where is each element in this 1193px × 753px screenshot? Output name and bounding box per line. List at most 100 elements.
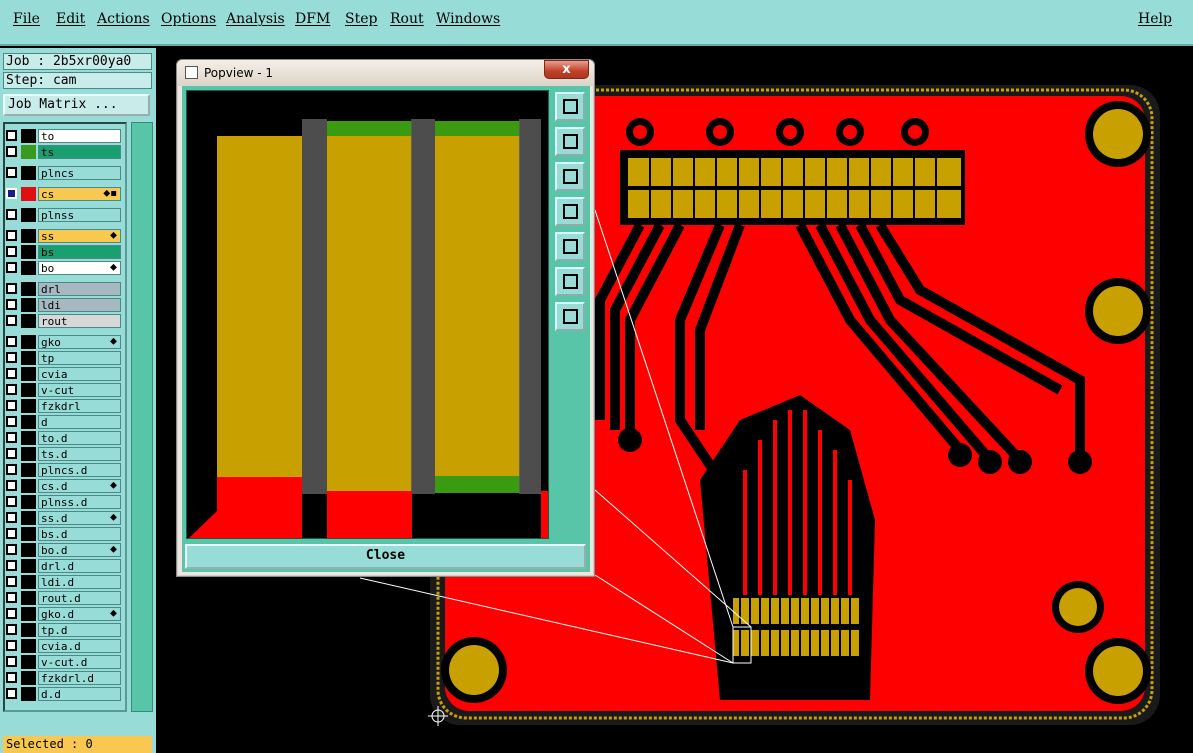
popview-close-button[interactable]: Close <box>185 544 586 569</box>
layer-affected-checkbox[interactable] <box>6 464 17 475</box>
layer-display-swatch[interactable] <box>21 655 36 669</box>
layer-row-gko-d[interactable]: gko.d ⬥ <box>4 607 121 621</box>
layer-display-swatch[interactable] <box>21 511 36 525</box>
layer-display-swatch[interactable] <box>21 623 36 637</box>
layer-row-ss[interactable]: ss ⬥ <box>4 229 121 243</box>
layer-display-swatch[interactable] <box>21 447 36 461</box>
layer-display-swatch[interactable] <box>21 261 36 275</box>
window-close-button[interactable]: x <box>544 60 589 79</box>
layer-name[interactable]: plncs.d <box>38 463 121 477</box>
layer-row-ts-d[interactable]: ts.d <box>4 447 121 461</box>
layer-name[interactable]: ts <box>38 145 121 159</box>
layer-name[interactable]: plncs <box>38 166 121 180</box>
layer-affected-checkbox[interactable] <box>6 656 17 667</box>
pan-left-button[interactable] <box>555 197 585 226</box>
layer-affected-checkbox[interactable] <box>6 560 17 571</box>
layer-name[interactable]: gko <box>38 335 121 349</box>
layer-display-swatch[interactable] <box>21 527 36 541</box>
layer-display-swatch[interactable] <box>21 314 36 328</box>
layer-name[interactable]: cvia <box>38 367 121 381</box>
layer-row-bo[interactable]: bo ⬥ <box>4 261 121 275</box>
layer-row-tp[interactable]: tp <box>4 351 121 365</box>
layer-display-swatch[interactable] <box>21 463 36 477</box>
layer-display-swatch[interactable] <box>21 591 36 605</box>
layer-name[interactable]: ldi.d <box>38 575 121 589</box>
layer-name[interactable]: plnss <box>38 208 121 222</box>
layer-name[interactable]: gko.d <box>38 607 121 621</box>
layer-display-swatch[interactable] <box>21 415 36 429</box>
layer-row-gko[interactable]: gko ⬥ <box>4 335 121 349</box>
layer-row-d[interactable]: d <box>4 415 121 429</box>
layer-display-swatch[interactable] <box>21 129 36 143</box>
zoom-in-button[interactable] <box>555 267 585 296</box>
layer-name[interactable]: d.d <box>38 687 121 701</box>
layer-name[interactable]: fzkdrl <box>38 399 121 413</box>
layer-display-swatch[interactable] <box>21 282 36 296</box>
menu-step[interactable]: Step <box>345 11 377 27</box>
layer-row-cvia[interactable]: cvia <box>4 367 121 381</box>
menu-edit[interactable]: Edit <box>56 11 85 27</box>
zoom-fit-button[interactable] <box>555 92 585 121</box>
layer-row-plnss-d[interactable]: plnss.d <box>4 495 121 509</box>
layer-display-swatch[interactable] <box>21 495 36 509</box>
layer-row-v-cut-d[interactable]: v-cut.d <box>4 655 121 669</box>
layer-display-swatch[interactable] <box>21 351 36 365</box>
layer-display-swatch[interactable] <box>21 383 36 397</box>
layer-display-swatch[interactable] <box>21 399 36 413</box>
layer-name[interactable]: cs.d <box>38 479 121 493</box>
layer-affected-checkbox[interactable] <box>6 640 17 651</box>
layer-affected-checkbox[interactable] <box>6 416 17 427</box>
layer-display-swatch[interactable] <box>21 187 36 201</box>
layer-display-swatch[interactable] <box>21 245 36 259</box>
layer-name[interactable]: drl.d <box>38 559 121 573</box>
layer-affected-checkbox[interactable] <box>6 576 17 587</box>
layer-affected-checkbox[interactable] <box>6 262 17 273</box>
layer-affected-checkbox[interactable] <box>6 592 17 603</box>
layer-row-cvia-d[interactable]: cvia.d <box>4 639 121 653</box>
layer-name[interactable]: drl <box>38 282 121 296</box>
layer-name[interactable]: tp <box>38 351 121 365</box>
layer-affected-checkbox[interactable] <box>6 480 17 491</box>
layer-row-fzkdrl-d[interactable]: fzkdrl.d <box>4 671 121 685</box>
zoom-out-button[interactable] <box>555 302 585 331</box>
layer-display-swatch[interactable] <box>21 559 36 573</box>
layer-row-fzkdrl[interactable]: fzkdrl <box>4 399 121 413</box>
menu-dfm[interactable]: DFM <box>295 11 330 27</box>
layer-display-swatch[interactable] <box>21 687 36 701</box>
layer-affected-checkbox[interactable] <box>6 688 17 699</box>
layer-affected-checkbox[interactable] <box>6 130 17 141</box>
layer-row-drl[interactable]: drl <box>4 282 121 296</box>
layer-affected-checkbox[interactable] <box>6 299 17 310</box>
layer-affected-checkbox[interactable] <box>6 624 17 635</box>
layer-row-drl-d[interactable]: drl.d <box>4 559 121 573</box>
layer-display-swatch[interactable] <box>21 575 36 589</box>
layer-display-swatch[interactable] <box>21 145 36 159</box>
layer-affected-checkbox[interactable] <box>6 512 17 523</box>
layer-row-cs[interactable]: cs ⬥▪ <box>4 187 121 201</box>
layer-name[interactable]: d <box>38 415 121 429</box>
layer-display-swatch[interactable] <box>21 335 36 349</box>
layer-display-swatch[interactable] <box>21 639 36 653</box>
layer-affected-checkbox[interactable] <box>6 496 17 507</box>
layer-name[interactable]: plnss.d <box>38 495 121 509</box>
layer-row-rout[interactable]: rout <box>4 314 121 328</box>
layer-affected-checkbox[interactable] <box>6 188 17 199</box>
layer-display-swatch[interactable] <box>21 543 36 557</box>
menu-windows[interactable]: Windows <box>436 11 500 27</box>
layer-name[interactable]: fzkdrl.d <box>38 671 121 685</box>
layer-row-ts[interactable]: ts <box>4 145 121 159</box>
pan-up-button[interactable] <box>555 127 585 156</box>
layer-display-swatch[interactable] <box>21 208 36 222</box>
layer-name[interactable]: cvia.d <box>38 639 121 653</box>
layer-display-swatch[interactable] <box>21 166 36 180</box>
layer-name[interactable]: v-cut.d <box>38 655 121 669</box>
menu-options[interactable]: Options <box>161 11 216 27</box>
layer-row-v-cut[interactable]: v-cut <box>4 383 121 397</box>
menu-actions[interactable]: Actions <box>97 11 150 27</box>
pan-right-button[interactable] <box>555 232 585 261</box>
layer-display-swatch[interactable] <box>21 229 36 243</box>
layer-row-bs-d[interactable]: bs.d <box>4 527 121 541</box>
menu-rout[interactable]: Rout <box>390 11 424 27</box>
layer-affected-checkbox[interactable] <box>6 432 17 443</box>
layer-row-to[interactable]: to <box>4 129 121 143</box>
